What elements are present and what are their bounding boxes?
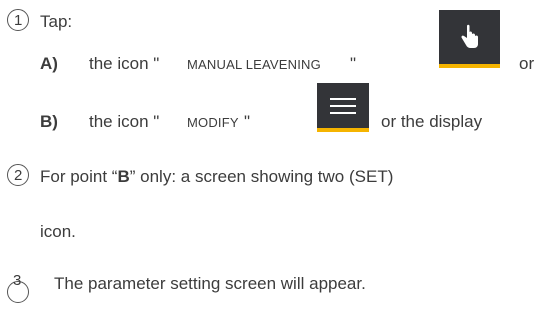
hamburger-menu-icon	[330, 98, 356, 114]
step-1-number: 1	[14, 12, 23, 29]
option-b-label: B)	[40, 112, 58, 131]
option-b-prefix: the icon "	[89, 112, 160, 131]
option-a-prefix: the icon "	[89, 54, 160, 73]
option-b-trailing: or the display	[381, 112, 483, 131]
step-2-text-line2: icon.	[40, 222, 76, 241]
step-2-text-bold: B	[117, 167, 130, 186]
modify-icon-button[interactable]	[317, 83, 369, 128]
step-1-text: Tap:	[40, 12, 73, 31]
step-3-number: 3	[13, 272, 22, 289]
option-b-name: MODIFY	[187, 115, 239, 130]
option-a-name: MANUAL LEAVENING	[187, 57, 321, 72]
step-3-text: The parameter setting screen will appear…	[54, 274, 366, 293]
option-a-suffix: "	[350, 54, 357, 73]
step-2-text-after: ” only: a screen showing two (SET)	[129, 167, 394, 186]
option-a-trailing: or	[519, 54, 535, 73]
step-2-text: For point “B” only: a screen showing two…	[40, 168, 393, 185]
hand-pointer-icon	[461, 24, 478, 48]
manual-leavening-icon-accent	[439, 64, 500, 68]
modify-icon-accent	[317, 128, 369, 132]
manual-leavening-icon-button[interactable]	[439, 10, 500, 64]
step-2-number: 2	[14, 167, 23, 184]
option-b-suffix: "	[244, 112, 251, 131]
step-2-text-before: For point “	[40, 167, 118, 186]
option-a-label: A)	[40, 54, 58, 73]
